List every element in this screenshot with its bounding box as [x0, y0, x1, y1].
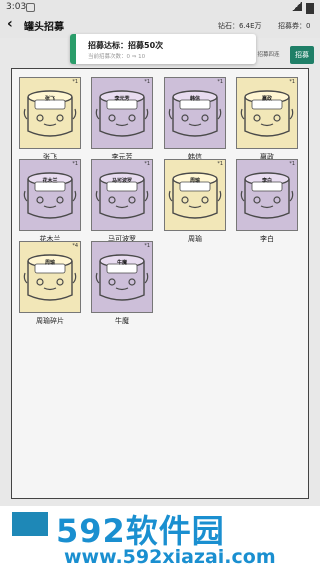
toast-subtitle: 当前招募次数：0 ⇒ 10	[88, 54, 146, 60]
can-icon	[95, 90, 149, 137]
watermark-logo-block	[12, 512, 48, 536]
recruit-mode-button[interactable]: 招募四连	[252, 48, 285, 62]
card-plate-label: 李元芳	[114, 96, 130, 102]
recruit-button[interactable]: 招募	[290, 46, 314, 64]
can-icon	[95, 254, 149, 301]
status-bar: 3:03	[0, 0, 320, 14]
card-item[interactable]: *4 周瑜 周瑜碎片	[19, 241, 81, 325]
card-collection-panel: *1 张飞 张飞 *1 李元芳 李元芳 *1 韩信 韩信 *1 嬴政 嬴政 *1 花木兰 花木兰 *1 马可波罗…	[11, 68, 309, 499]
can-icon	[23, 90, 77, 137]
recruit-ticket-count: 招募券：0	[278, 22, 311, 30]
card-plate-label: 周瑜	[189, 178, 200, 184]
battery-icon	[306, 3, 314, 14]
card-item[interactable]: *1 张飞 张飞	[19, 77, 81, 161]
card-item[interactable]: *1 韩信 韩信	[164, 77, 226, 161]
notification-icon	[26, 3, 35, 12]
card-item[interactable]: *1 李元芳 李元芳	[91, 77, 153, 161]
can-icon	[240, 90, 294, 137]
watermark-footer: 592软件园 www.592xiazai.com	[0, 506, 320, 570]
card-plate-label: 周瑜	[44, 260, 55, 266]
card-plate-label: 张飞	[44, 96, 55, 102]
achievement-toast: 招募达标：招募50次 当前招募次数：0 ⇒ 10	[70, 34, 256, 64]
card-plate-label: 马可波罗	[111, 178, 132, 184]
card-item[interactable]: *1 周瑜 周瑜	[164, 159, 226, 243]
card-plate-label: 李白	[261, 178, 272, 184]
can-icon	[95, 172, 149, 219]
card-plate-label: 花木兰	[42, 178, 58, 184]
card-name: 李白	[260, 235, 274, 243]
card-item[interactable]: *1 马可波罗 马可波罗	[91, 159, 153, 243]
card-name: 牛魔	[115, 317, 129, 325]
card-plate-label: 嬴政	[261, 96, 272, 102]
card-name: 周瑜	[188, 235, 202, 243]
card-name: 周瑜碎片	[36, 317, 64, 325]
signal-icon	[292, 2, 302, 11]
watermark-site: www.592xiazai.com	[64, 546, 276, 568]
back-button[interactable]: ‹	[7, 16, 13, 32]
card-item[interactable]: *1 李白 李白	[236, 159, 298, 243]
card-item[interactable]: *1 花木兰 花木兰	[19, 159, 81, 243]
card-plate-label: 牛魔	[116, 260, 127, 266]
diamond-balance: 钻石：6.4E万	[218, 22, 262, 30]
can-icon	[23, 172, 77, 219]
card-plate-label: 韩信	[189, 96, 200, 102]
can-icon	[23, 254, 77, 301]
can-icon	[168, 90, 222, 137]
can-icon	[240, 172, 294, 219]
page-title: 罐头招募	[24, 22, 64, 33]
card-item[interactable]: *1 嬴政 嬴政	[236, 77, 298, 161]
toast-title: 招募达标：招募50次	[88, 41, 164, 50]
can-icon	[168, 172, 222, 219]
status-time: 3:03	[6, 2, 27, 12]
card-item[interactable]: *1 牛魔 牛魔	[91, 241, 153, 325]
